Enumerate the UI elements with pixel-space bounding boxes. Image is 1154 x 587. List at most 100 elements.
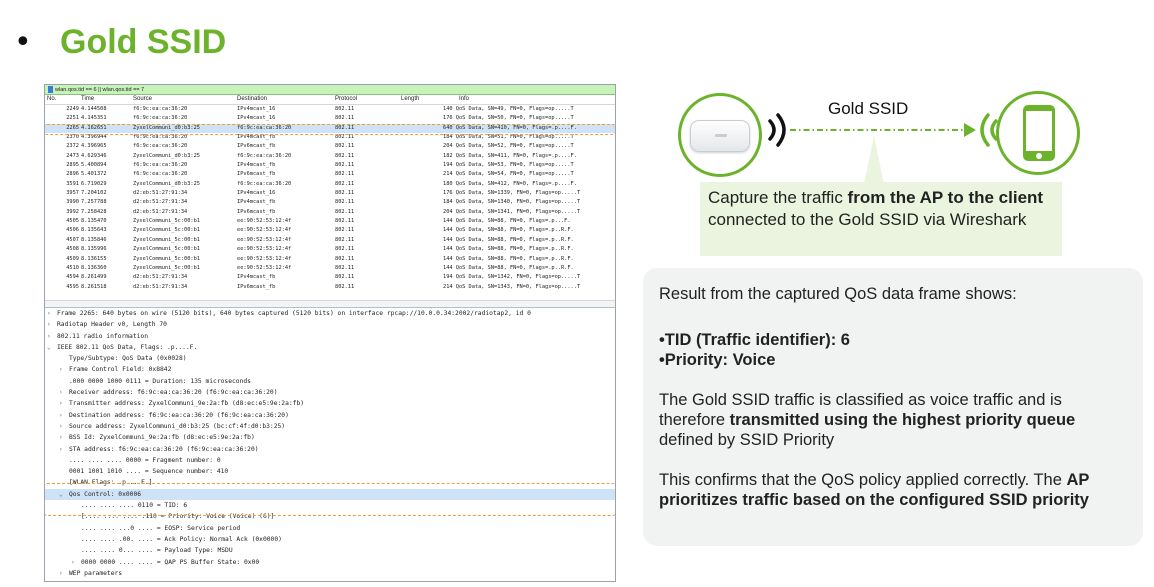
packet-cell-info: 144 QoS Data, SN=88, FN=0, Flags=.p..R.F… xyxy=(443,264,574,271)
chevron-right-icon[interactable]: › xyxy=(59,444,63,455)
packet-cell-time: 6.719029 xyxy=(81,180,107,187)
chevron-right-icon[interactable]: › xyxy=(59,398,63,409)
detail-row[interactable]: › Transmitter address: ZyxelCommuni_9e:2a… xyxy=(45,398,615,409)
packet-row[interactable]: 4509 8.136155 ZyxelCommuni_5c:00:b1 ee:90:5… xyxy=(45,255,615,264)
packet-row[interactable]: 2370 4.396944 f6:9c:ea:ca:36:20 IPv4mcast_f… xyxy=(45,133,615,142)
packet-cell-no: 3990 xyxy=(66,199,79,206)
packet-row[interactable]: 4507 8.135846 ZyxelCommuni_5c:00:b1 ee:90:5… xyxy=(45,236,615,245)
result-priority: •Priority: Voice xyxy=(659,351,776,369)
column-header[interactable]: No. xyxy=(47,96,56,102)
detail-text: Frame Control Field: 0x8842 xyxy=(69,366,172,374)
chevron-right-icon[interactable]: › xyxy=(71,557,75,568)
detail-row[interactable]: › Radiotap Header v0, Length 70 xyxy=(45,319,615,330)
detail-row[interactable]: › Frame Control Field: 0x8842 xyxy=(45,364,615,375)
packet-row[interactable]: 3591 6.719029 ZyxelCommuni_d0:b3:25 f6:9c:e… xyxy=(45,180,615,189)
packet-cell-time: 8.136360 xyxy=(81,264,107,271)
chevron-right-icon[interactable]: › xyxy=(59,421,63,432)
packet-row[interactable]: 2896 5.401372 f6:9c:ea:ca:36:20 IPv6mcast_f… xyxy=(45,170,615,179)
detail-row[interactable]: .... .... ...0 .... = EOSP: Service peri… xyxy=(45,523,615,534)
packet-row[interactable]: 4595 8.261518 d2:eb:51:27:91:34 IPv6mcast_f… xyxy=(45,283,615,292)
packet-cell-src: d2:eb:51:27:91:34 xyxy=(133,199,188,206)
detail-row[interactable]: › 0000 0000 .... .... = QAP PS Buffer Sta… xyxy=(45,557,615,568)
detail-row[interactable]: [WLAN Flags: .p....F.] xyxy=(45,477,615,488)
column-header[interactable]: Time xyxy=(81,96,94,102)
packet-row[interactable]: 2473 4.629346 ZyxelCommuni_d0:b3:25 f6:9c:e… xyxy=(45,152,615,161)
detail-row[interactable]: › WEP parameters xyxy=(45,568,615,579)
packet-cell-proto: 802.11 xyxy=(335,180,355,187)
chevron-right-icon[interactable]: › xyxy=(59,568,63,579)
chevron-right-icon[interactable]: › xyxy=(47,331,51,342)
detail-row[interactable]: › BSS Id: ZyxelCommuni_9e:2a:fb (d8:ec:e5… xyxy=(45,432,615,443)
packet-cell-info: 144 QoS Data, SN=88, FN=0, Flags=.p..R.F… xyxy=(443,227,574,234)
chevron-down-icon[interactable]: ⌄ xyxy=(47,342,51,353)
chevron-right-icon[interactable]: › xyxy=(47,308,51,319)
detail-row[interactable]: .... .... .00. .... = Ack Policy: Normal… xyxy=(45,534,615,545)
packet-cell-src: ZyxelCommuni_d0:b3:25 xyxy=(133,152,200,159)
packet-row[interactable]: 2251 4.145351 f6:9c:ea:ca:36:20 IPv4mcast_1… xyxy=(45,114,615,123)
packet-row[interactable]: 2372 4.396965 f6:9c:ea:ca:36:20 IPv6mcast_f… xyxy=(45,142,615,151)
column-header[interactable]: Info xyxy=(459,96,469,102)
chevron-down-icon[interactable]: ⌄ xyxy=(59,489,63,500)
packet-row[interactable]: 4505 8.135470 ZyxelCommuni_5c:00:b1 ee:90:5… xyxy=(45,217,615,226)
detail-row[interactable]: › Receiver address: f6:9c:ea:ca:36:20 (f6… xyxy=(45,387,615,398)
chevron-right-icon[interactable]: › xyxy=(59,410,63,421)
packet-cell-dst: ee:90:52:53:12:4f xyxy=(237,246,292,253)
chevron-right-icon[interactable]: › xyxy=(59,432,63,443)
detail-row[interactable]: 0001 1001 1010 .... = Sequence number: 4… xyxy=(45,466,615,477)
packet-cell-src: f6:9c:ea:ca:36:20 xyxy=(133,134,188,141)
packet-row[interactable]: 2895 5.400894 f6:9c:ea:ca:36:20 IPv4mcast_f… xyxy=(45,161,615,170)
detail-text: 0000 0000 .... .... = QAP PS Buffer Stat… xyxy=(81,558,260,566)
packet-row[interactable]: 3957 7.204102 d2:eb:51:27:91:34 IPv4mcast_1… xyxy=(45,189,615,198)
packet-cell-src: ZyxelCommuni_5c:00:b1 xyxy=(133,218,200,225)
packet-row[interactable]: 4508 8.135996 ZyxelCommuni_5c:00:b1 ee:90:5… xyxy=(45,245,615,254)
packet-row[interactable]: 4506 8.135643 ZyxelCommuni_5c:00:b1 ee:90:5… xyxy=(45,226,615,235)
detail-row[interactable]: [.... .... .... .110 = Priority: Voice (… xyxy=(45,511,615,522)
packet-cell-dst: IPv6mcast_fb xyxy=(237,171,276,178)
packet-row[interactable]: 3992 7.258428 d2:eb:51:27:91:34 IPv6mcast_f… xyxy=(45,208,615,217)
column-header[interactable]: Destination xyxy=(237,96,267,102)
packet-cell-src: f6:9c:ea:ca:36:20 xyxy=(133,106,188,112)
column-header[interactable]: Length xyxy=(401,96,419,102)
column-header[interactable]: Protocol xyxy=(335,96,357,102)
detail-text: IEEE 802.11 QoS Data, Flags: .p....F. xyxy=(57,343,198,351)
packet-row[interactable]: 2265 4.162651 ZyxelCommuni_d0:b3:25 f6:9c:e… xyxy=(45,123,615,134)
packet-row[interactable]: 3990 7.257788 d2:eb:51:27:91:34 IPv4mcast_f… xyxy=(45,198,615,207)
bookmark-icon[interactable] xyxy=(48,86,53,93)
detail-row[interactable]: Type/Subtype: QoS Data (0x0028) xyxy=(45,353,615,364)
chevron-right-icon[interactable]: › xyxy=(47,579,51,581)
chevron-right-icon[interactable]: › xyxy=(59,364,63,375)
packet-cell-dst: ee:90:52:53:12:4f xyxy=(237,255,292,262)
column-header[interactable]: Source xyxy=(133,96,152,102)
detail-row[interactable]: ⌄ Qos Control: 0x0006 xyxy=(45,488,615,501)
display-filter-input[interactable]: wlan.qos.tid == 6 || wlan.qos.tid == 7 xyxy=(55,87,144,93)
detail-row[interactable]: .... .... .... 0110 = TID: 6 xyxy=(45,500,615,511)
detail-row[interactable]: › 802.11 radio information xyxy=(45,331,615,342)
chevron-right-icon[interactable]: › xyxy=(47,319,51,330)
detail-row[interactable]: ⌄ IEEE 802.11 QoS Data, Flags: .p....F. xyxy=(45,342,615,353)
packet-cell-info: 214 QoS Data, SN=1343, FN=0, Flags=op...… xyxy=(443,283,581,290)
packet-row[interactable]: 2249 4.144508 f6:9c:ea:ca:36:20 IPv4mcast_1… xyxy=(45,105,615,114)
packet-cell-info: 140 QoS Data, SN=49, FN=0, Flags=op.....… xyxy=(443,106,574,112)
packet-cell-time: 8.135643 xyxy=(81,227,107,234)
detail-row[interactable]: › Data (536 bytes) xyxy=(45,579,615,581)
chevron-right-icon[interactable]: › xyxy=(59,387,63,398)
packet-cell-dst: ee:90:52:53:12:4f xyxy=(237,227,292,234)
detail-row[interactable]: › Source address: ZyxelCommuni_d0:b3:25 (… xyxy=(45,421,615,432)
page-title-row: • Gold SSID xyxy=(14,18,226,66)
packet-cell-proto: 802.11 xyxy=(335,171,355,178)
detail-text: Receiver address: f6:9c:ea:ca:36:20 (f6:… xyxy=(69,389,278,397)
detail-row[interactable]: .... .... 0... .... = Payload Type: MSDU xyxy=(45,545,615,556)
packet-cell-src: d2:eb:51:27:91:34 xyxy=(133,274,188,281)
detail-row[interactable]: › Frame 2265: 640 bytes on wire (5120 bit… xyxy=(45,308,615,319)
display-filter-bar[interactable]: wlan.qos.tid == 6 || wlan.qos.tid == 7 xyxy=(45,85,615,95)
horizontal-scrollbar[interactable] xyxy=(45,300,615,308)
detail-row[interactable]: .... .... .... 0000 = Fragment number: 0 xyxy=(45,455,615,466)
packet-cell-src: d2:eb:51:27:91:34 xyxy=(133,283,188,290)
detail-row[interactable]: .000 0000 1000 0111 = Duration: 135 micr… xyxy=(45,376,615,387)
detail-row[interactable]: › STA address: f6:9c:ea:ca:36:20 (f6:9c:e… xyxy=(45,444,615,455)
packet-row[interactable]: 4510 8.136360 ZyxelCommuni_5c:00:b1 ee:90:5… xyxy=(45,264,615,273)
packet-row[interactable]: 4594 8.261499 d2:eb:51:27:91:34 IPv4mcast_f… xyxy=(45,273,615,282)
packet-cell-info: 184 QoS Data, SN=51, FN=0, Flags=op.....… xyxy=(443,134,574,141)
detail-row[interactable]: › Destination address: f6:9c:ea:ca:36:20 … xyxy=(45,410,615,421)
packet-cell-proto: 802.11 xyxy=(335,208,355,215)
